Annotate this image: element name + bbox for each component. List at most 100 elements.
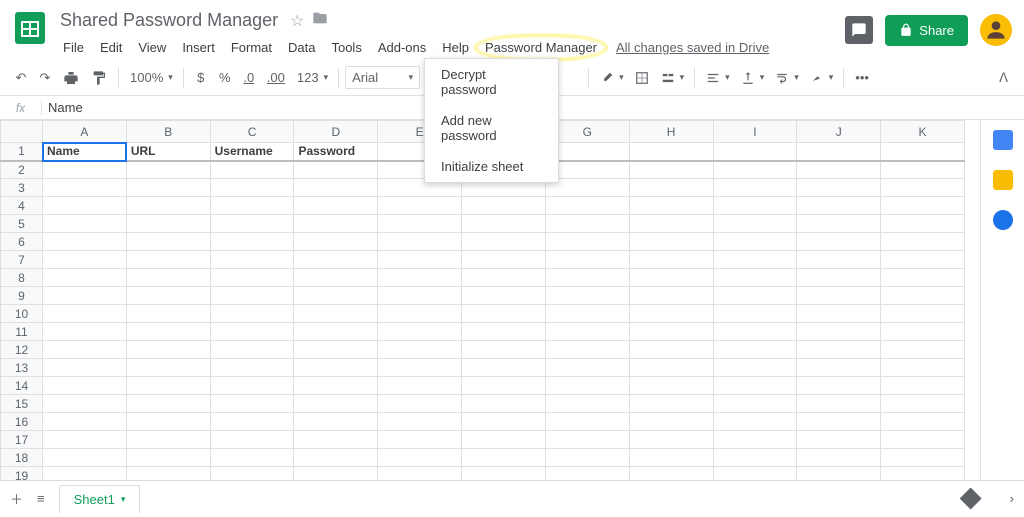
cell[interactable] bbox=[797, 377, 881, 395]
cell[interactable] bbox=[629, 143, 713, 161]
cell[interactable] bbox=[713, 395, 797, 413]
cell[interactable] bbox=[462, 251, 546, 269]
add-sheet-button[interactable]: ＋ bbox=[10, 489, 23, 508]
collapse-toolbar-button[interactable]: ᐱ bbox=[999, 70, 1014, 86]
cell[interactable] bbox=[881, 395, 965, 413]
decrease-decimal-button[interactable]: .0 bbox=[238, 66, 260, 89]
doc-title[interactable]: Shared Password Manager bbox=[56, 8, 282, 33]
cell[interactable] bbox=[126, 467, 210, 481]
cell[interactable] bbox=[629, 413, 713, 431]
cell[interactable] bbox=[378, 395, 462, 413]
cell[interactable] bbox=[210, 179, 294, 197]
cell[interactable] bbox=[378, 467, 462, 481]
valign-button[interactable] bbox=[736, 67, 769, 89]
menu-insert[interactable]: Insert bbox=[175, 37, 222, 58]
cell[interactable] bbox=[797, 269, 881, 287]
cell[interactable] bbox=[378, 233, 462, 251]
cell[interactable] bbox=[881, 251, 965, 269]
cell[interactable] bbox=[629, 251, 713, 269]
paint-format-button[interactable] bbox=[86, 66, 112, 90]
rotate-button[interactable] bbox=[805, 67, 838, 89]
currency-button[interactable]: $ bbox=[190, 66, 212, 89]
cell[interactable] bbox=[629, 341, 713, 359]
sheet-tab[interactable]: Sheet1 ▾ bbox=[59, 485, 141, 513]
cell[interactable] bbox=[43, 359, 127, 377]
folder-icon[interactable] bbox=[312, 10, 328, 31]
sheets-logo[interactable] bbox=[12, 10, 48, 46]
more-formats-button[interactable]: 123 bbox=[292, 66, 332, 89]
cell[interactable] bbox=[545, 251, 629, 269]
cell[interactable] bbox=[545, 395, 629, 413]
cell[interactable] bbox=[43, 197, 127, 215]
cell[interactable] bbox=[797, 215, 881, 233]
borders-button[interactable] bbox=[630, 67, 654, 89]
cell[interactable] bbox=[294, 395, 378, 413]
cell[interactable] bbox=[797, 413, 881, 431]
cell[interactable] bbox=[797, 287, 881, 305]
cell[interactable] bbox=[881, 377, 965, 395]
row-header[interactable]: 14 bbox=[1, 377, 43, 395]
cell[interactable] bbox=[126, 341, 210, 359]
cell[interactable] bbox=[126, 359, 210, 377]
cell[interactable] bbox=[797, 449, 881, 467]
menu-initialize-sheet[interactable]: Initialize sheet bbox=[425, 151, 558, 182]
row-header[interactable]: 11 bbox=[1, 323, 43, 341]
menu-format[interactable]: Format bbox=[224, 37, 279, 58]
row-header[interactable]: 3 bbox=[1, 179, 43, 197]
select-all-corner[interactable] bbox=[1, 121, 43, 143]
redo-button[interactable]: ↷ bbox=[34, 66, 56, 90]
row-header[interactable]: 15 bbox=[1, 395, 43, 413]
row-header[interactable]: 19 bbox=[1, 467, 43, 481]
all-sheets-button[interactable]: ≡ bbox=[37, 491, 45, 506]
cell[interactable] bbox=[378, 377, 462, 395]
row-header[interactable]: 7 bbox=[1, 251, 43, 269]
cell[interactable] bbox=[797, 197, 881, 215]
row-header[interactable]: 12 bbox=[1, 341, 43, 359]
cell[interactable] bbox=[797, 395, 881, 413]
cell[interactable] bbox=[629, 431, 713, 449]
cell[interactable] bbox=[378, 431, 462, 449]
cell[interactable] bbox=[294, 467, 378, 481]
keep-addon-icon[interactable] bbox=[993, 170, 1013, 190]
menu-add-new-password[interactable]: Add new password bbox=[425, 105, 558, 151]
fill-color-button[interactable] bbox=[595, 67, 628, 89]
cell[interactable] bbox=[294, 161, 378, 179]
cell[interactable] bbox=[294, 377, 378, 395]
cell[interactable] bbox=[43, 395, 127, 413]
row-header[interactable]: 2 bbox=[1, 161, 43, 179]
row-header[interactable]: 13 bbox=[1, 359, 43, 377]
cell[interactable] bbox=[545, 359, 629, 377]
calendar-addon-icon[interactable] bbox=[993, 130, 1013, 150]
cell[interactable] bbox=[797, 233, 881, 251]
zoom-select[interactable]: 100% bbox=[125, 66, 177, 89]
cell[interactable] bbox=[713, 341, 797, 359]
cell[interactable] bbox=[881, 161, 965, 179]
cell[interactable] bbox=[545, 377, 629, 395]
menu-addons[interactable]: Add-ons bbox=[371, 37, 433, 58]
font-select[interactable]: Arial ▾ bbox=[345, 66, 420, 89]
cell[interactable] bbox=[545, 413, 629, 431]
cell[interactable] bbox=[545, 287, 629, 305]
cell[interactable] bbox=[462, 233, 546, 251]
cell[interactable] bbox=[881, 323, 965, 341]
cell[interactable] bbox=[881, 341, 965, 359]
cell[interactable] bbox=[797, 323, 881, 341]
row-header[interactable]: 1 bbox=[1, 143, 43, 161]
avatar[interactable] bbox=[980, 14, 1012, 46]
cell[interactable] bbox=[881, 197, 965, 215]
row-header[interactable]: 16 bbox=[1, 413, 43, 431]
menu-help[interactable]: Help bbox=[435, 37, 476, 58]
cell[interactable] bbox=[378, 359, 462, 377]
cell[interactable] bbox=[210, 215, 294, 233]
cell[interactable] bbox=[126, 233, 210, 251]
cell[interactable] bbox=[294, 179, 378, 197]
cell[interactable] bbox=[462, 215, 546, 233]
cell[interactable] bbox=[378, 413, 462, 431]
cell[interactable] bbox=[210, 323, 294, 341]
cell[interactable] bbox=[294, 449, 378, 467]
column-header[interactable]: D bbox=[294, 121, 378, 143]
cell[interactable] bbox=[462, 323, 546, 341]
cell[interactable] bbox=[462, 377, 546, 395]
cell[interactable] bbox=[629, 395, 713, 413]
cell[interactable]: Name bbox=[43, 143, 127, 161]
